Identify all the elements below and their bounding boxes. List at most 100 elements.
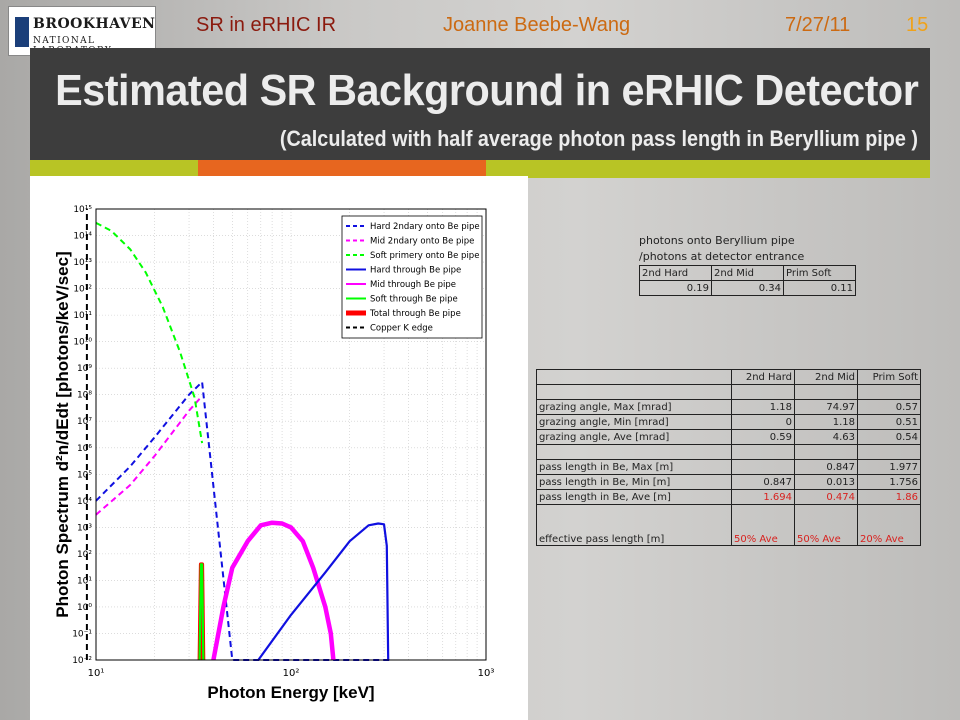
table-cell: effective pass length [m] bbox=[536, 504, 732, 546]
table-row: pass length in Be, Min [m] 0.847 0.013 1… bbox=[536, 474, 921, 490]
table-row: 0.19 0.34 0.11 bbox=[639, 280, 856, 296]
table-cell: 0.474 bbox=[794, 489, 858, 505]
legend-entry: Hard through Be pipe bbox=[370, 266, 461, 276]
table-cell: 0.11 bbox=[783, 280, 856, 296]
table-cell: 1.18 bbox=[731, 399, 795, 415]
legend-box bbox=[341, 215, 483, 339]
table-cell: 0.51 bbox=[857, 414, 921, 430]
y-tick-label: 10¹³ bbox=[73, 258, 92, 268]
legend-entry: Soft primery onto Be pipe bbox=[370, 251, 479, 261]
table-cell: 0.34 bbox=[711, 280, 784, 296]
table-header-cell: 2nd Hard bbox=[639, 265, 712, 281]
legend-entry: Hard 2ndary onto Be pipe bbox=[370, 222, 480, 232]
y-tick-label: 10⁴ bbox=[77, 497, 92, 507]
accent-bar-green-right bbox=[486, 160, 930, 178]
y-tick-label: 10¹⁵ bbox=[73, 205, 92, 215]
y-tick-label: 10¹² bbox=[73, 285, 92, 295]
logo-text-line1: BROOKHAVEN bbox=[33, 16, 156, 32]
table-cell: 1.18 bbox=[794, 414, 858, 430]
table-cell: pass length in Be, Ave [m] bbox=[536, 489, 732, 505]
header-date: 7/27/11 bbox=[785, 14, 851, 36]
table-cell: 4.63 bbox=[794, 429, 858, 445]
y-axis-label: Photon Spectrum d²n/dEdt [photons/keV/se… bbox=[53, 251, 72, 617]
y-tick-label: 10⁻² bbox=[72, 656, 92, 666]
table-cell: 50% Ave bbox=[731, 504, 795, 546]
table-cell: grazing angle, Max [mrad] bbox=[536, 399, 732, 415]
table-cell: pass length in Be, Min [m] bbox=[536, 474, 732, 490]
table-header-cell: 2nd Mid bbox=[794, 369, 858, 385]
x-axis-label: Photon Energy [keV] bbox=[207, 683, 374, 702]
y-tick-label: 10⁹ bbox=[77, 364, 92, 374]
legend-entry: Total through Be pipe bbox=[369, 309, 461, 319]
parameter-table-block: 2nd Hard 2nd Mid Prim Soft grazing angle… bbox=[536, 369, 921, 546]
table-header-cell: Prim Soft bbox=[783, 265, 856, 281]
table-cell: 0 bbox=[731, 414, 795, 430]
title-bar: Estimated SR Background in eRHIC Detecto… bbox=[30, 48, 930, 160]
chart-legend: Hard 2ndary onto Be pipe Mid 2ndary onto … bbox=[341, 215, 483, 339]
table-cell: 1.756 bbox=[857, 474, 921, 490]
table-spacer-row bbox=[536, 384, 921, 400]
spectrum-chart: 10¹ 10² 10³ 10⁻² 10⁻¹ 10⁰ 10¹ 10² 10³ 10⁴ 10⁵ 10⁶ 10… bbox=[53, 205, 495, 702]
table-cell: pass length in Be, Max [m] bbox=[536, 459, 732, 475]
x-tick-label: 10² bbox=[283, 668, 300, 679]
legend-entry: Mid 2ndary onto Be pipe bbox=[370, 237, 474, 247]
table-cell: 0.57 bbox=[857, 399, 921, 415]
legend-entry: Mid through Be pipe bbox=[370, 280, 456, 290]
ratio-table-caption-line2: /photons at detector entrance bbox=[639, 250, 805, 263]
y-tick-label: 10⁸ bbox=[77, 391, 92, 401]
ratio-table-caption-line1: photons onto Beryllium pipe bbox=[639, 234, 795, 247]
table-spacer-row bbox=[536, 444, 921, 460]
table-cell: 0.013 bbox=[794, 474, 858, 490]
table-row: grazing angle, Max [mrad] 1.18 74.97 0.5… bbox=[536, 399, 921, 415]
y-tick-label: 10⁶ bbox=[77, 444, 92, 454]
y-tick-label: 10¹⁰ bbox=[73, 338, 92, 348]
x-tick-label: 10¹ bbox=[88, 668, 105, 679]
legend-entry: Soft through Be pipe bbox=[370, 295, 458, 305]
y-tick-label: 10³ bbox=[77, 523, 92, 533]
slide-subtitle: (Calculated with half average photon pas… bbox=[279, 126, 918, 151]
table-cell: 0.847 bbox=[731, 474, 795, 490]
y-tick-label: 10⁻¹ bbox=[72, 629, 92, 639]
parameter-table: 2nd Hard 2nd Mid Prim Soft grazing angle… bbox=[536, 369, 921, 546]
table-header-cell: Prim Soft bbox=[857, 369, 921, 385]
table-header-cell: 2nd Mid bbox=[711, 265, 784, 281]
table-row: effective pass length [m] 50% Ave 50% Av… bbox=[536, 504, 921, 546]
table-cell: 50% Ave bbox=[794, 504, 858, 546]
table-header-cell bbox=[536, 369, 732, 385]
y-tick-label: 10² bbox=[77, 550, 92, 560]
table-cell: 74.97 bbox=[794, 399, 858, 415]
table-cell: 0.59 bbox=[731, 429, 795, 445]
table-header-cell: 2nd Hard bbox=[731, 369, 795, 385]
table-cell: 0.19 bbox=[639, 280, 712, 296]
series-line bbox=[95, 222, 204, 444]
table-cell: 0.847 bbox=[794, 459, 858, 475]
series-line bbox=[95, 381, 394, 661]
table-cell: grazing angle, Min [mrad] bbox=[536, 414, 732, 430]
header-author: Joanne Beebe-Wang bbox=[443, 14, 631, 36]
header-topic: SR in eRHIC IR bbox=[196, 14, 337, 36]
y-tick-label: 10⁷ bbox=[77, 417, 92, 427]
ratio-table-block: photons onto Beryllium pipe /photons at … bbox=[639, 233, 856, 296]
y-tick-label: 10¹ bbox=[77, 576, 92, 586]
x-tick-label: 10³ bbox=[478, 668, 495, 679]
table-cell bbox=[731, 459, 795, 475]
logo-mark-icon bbox=[15, 17, 29, 47]
table-row: 2nd Hard 2nd Mid Prim Soft bbox=[536, 369, 921, 385]
table-row: pass length in Be, Max [m] 0.847 1.977 bbox=[536, 459, 921, 475]
slide-title: Estimated SR Background in eRHIC Detecto… bbox=[54, 66, 919, 115]
table-cell: 1.86 bbox=[857, 489, 921, 505]
table-cell: 1.694 bbox=[731, 489, 795, 505]
table-cell: grazing angle, Ave [mrad] bbox=[536, 429, 732, 445]
legend-entry: Copper K edge bbox=[370, 324, 433, 334]
y-tick-label: 10⁵ bbox=[77, 470, 92, 480]
table-row: grazing angle, Min [mrad] 0 1.18 0.51 bbox=[536, 414, 921, 430]
table-cell: 0.54 bbox=[857, 429, 921, 445]
table-row: pass length in Be, Ave [m] 1.694 0.474 1… bbox=[536, 489, 921, 505]
page-number: 15 bbox=[906, 14, 929, 36]
ratio-table: 2nd Hard 2nd Mid Prim Soft 0.19 0.34 0.1… bbox=[639, 265, 856, 296]
series-line bbox=[95, 398, 201, 516]
y-tick-label: 10⁰ bbox=[77, 603, 92, 613]
table-cell: 1.977 bbox=[857, 459, 921, 475]
spectrum-plot-panel: 10¹ 10² 10³ 10⁻² 10⁻¹ 10⁰ 10¹ 10² 10³ 10⁴ 10⁵ 10⁶ 10… bbox=[30, 176, 528, 720]
table-row: grazing angle, Ave [mrad] 0.59 4.63 0.54 bbox=[536, 429, 921, 445]
